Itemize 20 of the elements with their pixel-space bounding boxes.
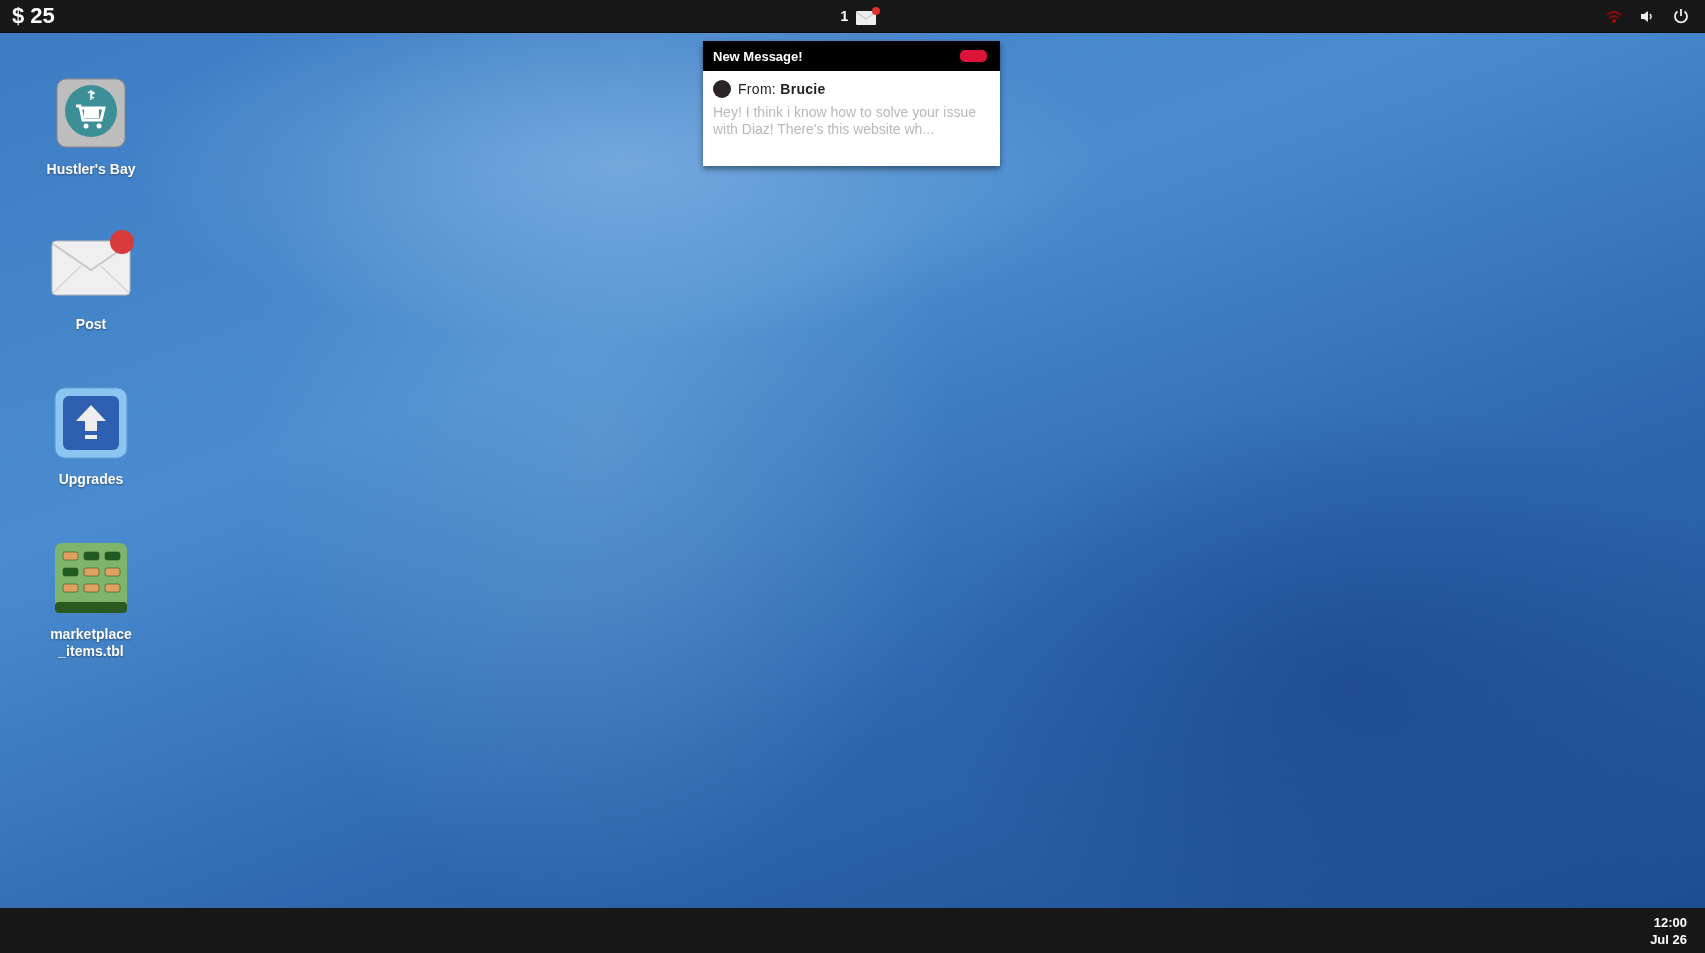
message-notification[interactable]: New Message! From: Brucie Hey! I think i know how to solve your issue with Diaz! There's this website wh... — [703, 41, 1000, 166]
avatar — [713, 80, 731, 98]
shopping-cart-icon — [56, 78, 126, 148]
money-balance: $ 25 — [12, 3, 55, 29]
speaker-icon[interactable] — [1640, 9, 1655, 23]
spreadsheet-icon — [54, 542, 128, 614]
desktop-icon-label[interactable]: Upgrades — [58, 471, 124, 488]
desktop-icon-label[interactable]: Hustler's Bay — [46, 161, 136, 178]
clock-date: Jul 26 — [1650, 930, 1687, 948]
message-preview: Hey! I think i know how to solve your issue with Diaz! There's this website wh... — [713, 104, 977, 138]
desktop-icon-label[interactable]: Post — [75, 316, 107, 333]
envelope-icon — [51, 240, 131, 296]
clock-time: 12:00 — [1653, 913, 1687, 931]
mail-icon[interactable] — [856, 7, 881, 25]
power-icon[interactable] — [1673, 8, 1689, 24]
mail-count: 1 — [840, 8, 849, 24]
notification-title: New Message! — [713, 48, 803, 64]
close-button[interactable] — [960, 50, 987, 62]
sender-line: From: Brucie — [738, 81, 826, 97]
desktop-icon-label[interactable]: marketplace _items.tbl — [50, 626, 132, 660]
